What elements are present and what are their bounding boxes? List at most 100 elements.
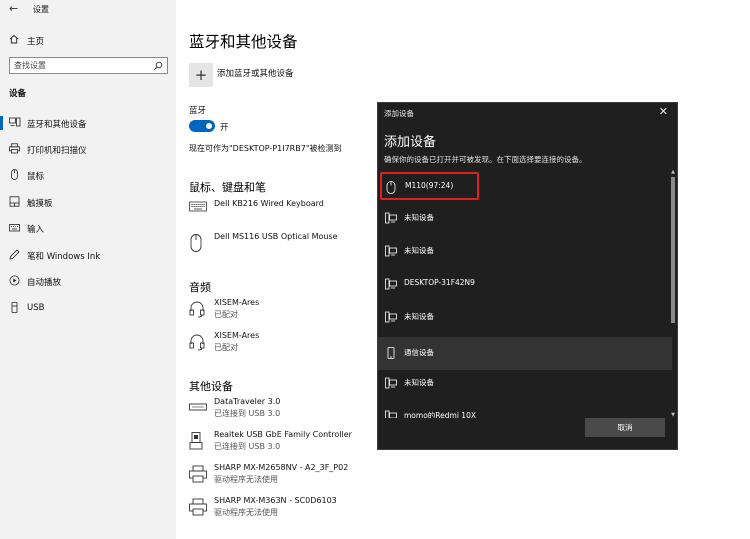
discovered-device-list: M110(97:24) 未知设备 未知设备 DESKTOP-31F42N9 未知… [378,169,679,418]
headset-icon [189,301,205,318]
device-name: XISEM-Ares [214,298,260,307]
mouse-icon [190,234,202,252]
keyboard-icon [189,201,207,212]
sidebar-item-printers[interactable]: 打印机和扫描仪 [0,138,176,160]
device-status: 已连接到 USB 3.0 [214,409,281,418]
printer-icon [189,465,207,483]
cancel-button[interactable]: 取消 [585,418,665,437]
discovered-device-label: 未知设备 [404,246,434,255]
add-device-button[interactable]: + [189,63,213,87]
sidebar: ← 设置 主页 设备 蓝牙和其他设备 打印机和扫描仪 [0,0,176,539]
dialog-subtitle: 确保你的设备已打开并可被发现。在下面选择要连接的设备。 [384,155,587,164]
search-input[interactable] [14,60,149,71]
discovered-device[interactable]: M110(97:24) [380,172,479,200]
device-status: 已连接到 USB 3.0 [214,442,281,451]
computer-icon [385,278,397,290]
dialog-titlebar-text: 添加设备 [384,109,414,118]
discovered-device-label: momo的Redmi 10X [404,411,476,418]
discovered-device[interactable]: momo的Redmi 10X [378,400,672,418]
mouse-icon [386,181,396,194]
phone-icon [387,347,395,359]
discovered-device-label: DESKTOP-31F42N9 [404,278,475,287]
discovered-device-label: 通信设备 [404,348,434,357]
autoplay-icon [9,275,20,286]
sidebar-item-label: 笔和 Windows Ink [27,252,101,262]
page-title: 蓝牙和其他设备 [189,33,298,51]
search-icon[interactable] [153,61,163,71]
group-title-audio: 音频 [189,281,211,294]
active-indicator [0,116,3,130]
bluetooth-state: 开 [220,123,229,133]
device-name: Realtek USB GbE Family Controller [214,430,352,439]
device-status: 驱动程序无法使用 [214,475,278,484]
discovered-device-label: M110(97:24) [405,181,454,190]
sidebar-item-label: 蓝牙和其他设备 [27,120,87,130]
device-status: 已配对 [214,343,238,352]
usb-drive-icon [189,403,207,411]
device-item[interactable]: SHARP MX-M2658NV - A2_3F_P02 驱动程序无法使用 [189,463,549,493]
sidebar-item-home[interactable]: 主页 [0,31,176,49]
sidebar-item-bluetooth[interactable]: 蓝牙和其他设备 [0,112,176,134]
sidebar-item-autoplay[interactable]: 自动播放 [0,270,176,292]
sidebar-item-mouse[interactable]: 鼠标 [0,164,176,186]
sidebar-item-pen[interactable]: 笔和 Windows Ink [0,244,176,266]
plus-icon: + [194,66,208,84]
add-device-dialog: 添加设备 ✕ 添加设备 确保你的设备已打开并可被发现。在下面选择要连接的设备。 … [377,102,678,450]
headset-icon [189,334,205,351]
sidebar-item-touchpad[interactable]: 触摸板 [0,191,176,213]
search-box [9,57,168,74]
home-icon [9,34,19,44]
discovered-device[interactable]: 未知设备 [378,301,672,334]
group-title-input: 鼠标、键盘和笔 [189,181,266,194]
discovered-device-label: 未知设备 [404,378,434,387]
discovered-device[interactable]: 未知设备 [378,367,672,400]
discovered-device[interactable]: 未知设备 [378,235,672,268]
touchpad-icon [9,196,20,207]
device-name: SHARP MX-M363N - SC0D6103 [214,496,337,505]
group-title-other: 其他设备 [189,380,233,393]
device-name: DataTraveler 3.0 [214,397,281,406]
device-name: XISEM-Ares [214,331,260,340]
network-adapter-icon [189,432,203,450]
pen-icon [9,249,20,260]
keyboard-icon [9,224,20,232]
bluetooth-toggle[interactable] [189,120,215,132]
scroll-up-icon[interactable]: ▲ [670,169,676,175]
dialog-heading: 添加设备 [384,135,437,150]
discovered-device-label: 未知设备 [404,213,434,222]
discovered-device[interactable]: 未知设备 [378,202,672,235]
title-bar: ← 设置 [0,0,176,20]
dialog-scrollbar[interactable]: ▲ ▼ [670,169,676,418]
sidebar-item-label: 触摸板 [27,199,53,209]
sidebar-item-label: 输入 [27,225,45,235]
sidebar-item-label: 鼠标 [27,172,45,182]
printer-icon [189,498,207,516]
scroll-down-icon[interactable]: ▼ [670,412,676,418]
discovered-device[interactable]: DESKTOP-31F42N9 [378,268,672,301]
add-device-label[interactable]: 添加蓝牙或其他设备 [217,67,294,79]
device-name: SHARP MX-M2658NV - A2_3F_P02 [214,463,349,472]
computer-icon [385,212,397,224]
sidebar-item-label: 打印机和扫描仪 [27,146,87,156]
scroll-thumb[interactable] [671,177,675,323]
device-item[interactable]: SHARP MX-M363N - SC0D6103 驱动程序无法使用 [189,496,549,526]
discovered-device[interactable]: 通信设备 [378,337,672,370]
computer-icon [385,410,397,418]
bluetooth-label: 蓝牙 [189,106,207,116]
discovered-device-label: 未知设备 [404,312,434,321]
section-label: 设备 [9,89,27,99]
device-name: Dell MS116 USB Optical Mouse [214,232,338,241]
back-arrow-icon[interactable]: ← [9,2,18,15]
device-name: Dell KB216 Wired Keyboard [214,199,324,208]
device-status: 驱动程序无法使用 [214,508,278,517]
close-icon[interactable]: ✕ [659,105,668,118]
usb-icon [11,302,18,313]
sidebar-item-typing[interactable]: 输入 [0,217,176,239]
sidebar-item-usb[interactable]: USB [0,297,176,319]
sidebar-item-label: 自动播放 [27,278,62,288]
sidebar-item-label: 主页 [27,37,45,47]
printer-icon [9,143,20,154]
toggle-knob [206,123,212,129]
sidebar-item-label: USB [27,303,45,313]
computer-icon [385,311,397,323]
